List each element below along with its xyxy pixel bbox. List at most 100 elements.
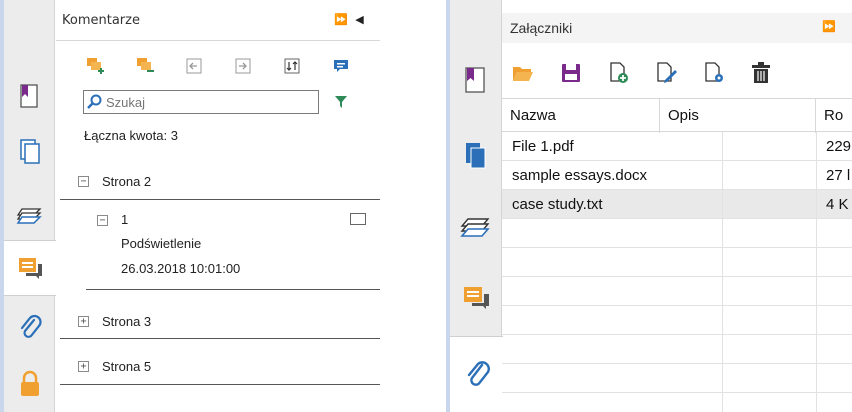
attachments-toolbar [502, 50, 852, 98]
side-tab-strip [446, 0, 503, 412]
tab-pages[interactable] [4, 124, 55, 180]
save-button[interactable] [558, 60, 584, 86]
column-header-name[interactable]: Nazwa [502, 99, 660, 133]
collapse-toggle[interactable]: − [97, 215, 108, 226]
attachments-table: Nazwa Opis Ro File 1.pdf 229 sample essa… [502, 98, 852, 412]
export-button[interactable] [232, 55, 254, 77]
open-button[interactable] [510, 60, 536, 86]
total-count-label: Łączna kwota: 3 [84, 128, 178, 143]
layers-icon [459, 218, 490, 237]
tab-attachments[interactable] [450, 336, 503, 412]
collapse-all-icon [137, 58, 154, 72]
empty-row [502, 393, 852, 412]
table-header: Nazwa Opis Ro [502, 98, 852, 133]
cell-size: 229 [826, 138, 852, 155]
save-icon [562, 64, 580, 82]
group-label[interactable]: Strona 5 [102, 359, 151, 374]
comment-icon [463, 287, 489, 309]
empty-row [502, 277, 852, 306]
cell-size: 4 K [826, 196, 849, 213]
bookmark-icon [19, 84, 38, 108]
table-row-selected[interactable]: case study.txt 4 K [502, 190, 852, 219]
empty-row [502, 306, 852, 335]
group-label[interactable]: Strona 3 [102, 314, 151, 329]
tab-pages[interactable] [450, 126, 501, 186]
tab-layers[interactable] [450, 196, 501, 256]
cell-description [724, 190, 816, 219]
comment-checkbox[interactable] [350, 213, 366, 225]
group-separator [60, 384, 380, 385]
import-icon [186, 58, 202, 74]
sort-button[interactable] [281, 55, 303, 77]
comments-header: Komentarze ⏩ ◀ [56, 13, 386, 35]
header-divider [56, 40, 380, 41]
edit-file-button[interactable] [654, 60, 680, 86]
empty-row [502, 364, 852, 393]
cell-name: sample essays.docx [512, 167, 648, 184]
file-settings-button[interactable] [702, 60, 728, 86]
comment-bubble-icon [334, 60, 348, 72]
table-row[interactable]: File 1.pdf 229 [502, 132, 852, 161]
table-row[interactable]: sample essays.docx 27 l [502, 161, 852, 190]
paperclip-icon [467, 360, 490, 386]
attachments-header: Załączniki ⏩ [502, 13, 852, 43]
paperclip-icon [20, 314, 42, 338]
expand-toggle[interactable]: + [78, 361, 89, 372]
comment-number[interactable]: 1 [121, 212, 128, 227]
comment-datetime: 26.03.2018 10:01:00 [121, 261, 241, 276]
empty-row [502, 248, 852, 277]
pages-icon [19, 139, 40, 164]
column-header-size[interactable]: Ro [816, 99, 852, 133]
panel-title: Komentarze [62, 13, 140, 28]
cell-description [724, 132, 816, 161]
layers-icon [16, 208, 42, 224]
tab-security[interactable] [4, 356, 55, 412]
tab-attachments[interactable] [4, 300, 55, 356]
folder-open-icon [513, 67, 533, 81]
cell-description [724, 161, 816, 190]
column-divider [816, 132, 817, 412]
search-icon [87, 94, 102, 109]
collapse-all-button[interactable] [134, 55, 156, 77]
side-tab-strip [0, 0, 56, 412]
filter-button[interactable] [330, 91, 352, 113]
tab-comments[interactable] [4, 240, 56, 296]
comment-type: Podświetlenie [121, 236, 202, 251]
add-file-button[interactable] [606, 60, 632, 86]
group-separator [60, 199, 380, 200]
group-separator [60, 338, 380, 339]
search-box[interactable] [83, 90, 319, 114]
tab-bookmarks[interactable] [450, 50, 501, 110]
column-divider [722, 132, 723, 412]
lock-icon [20, 370, 39, 396]
panel-header-buttons[interactable]: ⏩ ◀ [334, 13, 366, 26]
expand-toggle[interactable]: + [78, 316, 89, 327]
expand-all-icon [87, 58, 104, 74]
add-file-icon [610, 62, 628, 83]
cell-name: case study.txt [512, 196, 603, 213]
attachments-panel: Załączniki ⏩ Nazwa Opis Ro File 1.pdf 22… [446, 0, 852, 412]
comment-options-button[interactable] [330, 55, 352, 77]
import-button[interactable] [183, 55, 205, 77]
cell-size: 27 l [826, 167, 851, 184]
panel-title: Załączniki [510, 20, 573, 36]
trash-icon [752, 62, 770, 83]
panel-header-buttons[interactable]: ⏩ [822, 20, 836, 33]
file-settings-icon [705, 62, 723, 82]
sort-icon [284, 58, 300, 74]
comments-panel: Komentarze ⏩ ◀ Łączna kwota: 3 − Strona … [0, 0, 393, 412]
bookmark-icon [464, 67, 485, 93]
empty-row [502, 219, 852, 248]
cell-name: File 1.pdf [512, 138, 574, 155]
collapse-toggle[interactable]: − [78, 176, 89, 187]
tab-layers[interactable] [4, 186, 55, 242]
item-separator [86, 289, 380, 290]
expand-all-button[interactable] [84, 55, 106, 77]
group-label[interactable]: Strona 2 [102, 174, 151, 189]
tab-comments[interactable] [450, 268, 501, 328]
column-header-description[interactable]: Opis [660, 99, 816, 133]
delete-button[interactable] [748, 60, 774, 86]
tab-bookmarks[interactable] [4, 68, 55, 124]
search-input[interactable] [106, 93, 312, 111]
comment-icon [19, 258, 42, 279]
